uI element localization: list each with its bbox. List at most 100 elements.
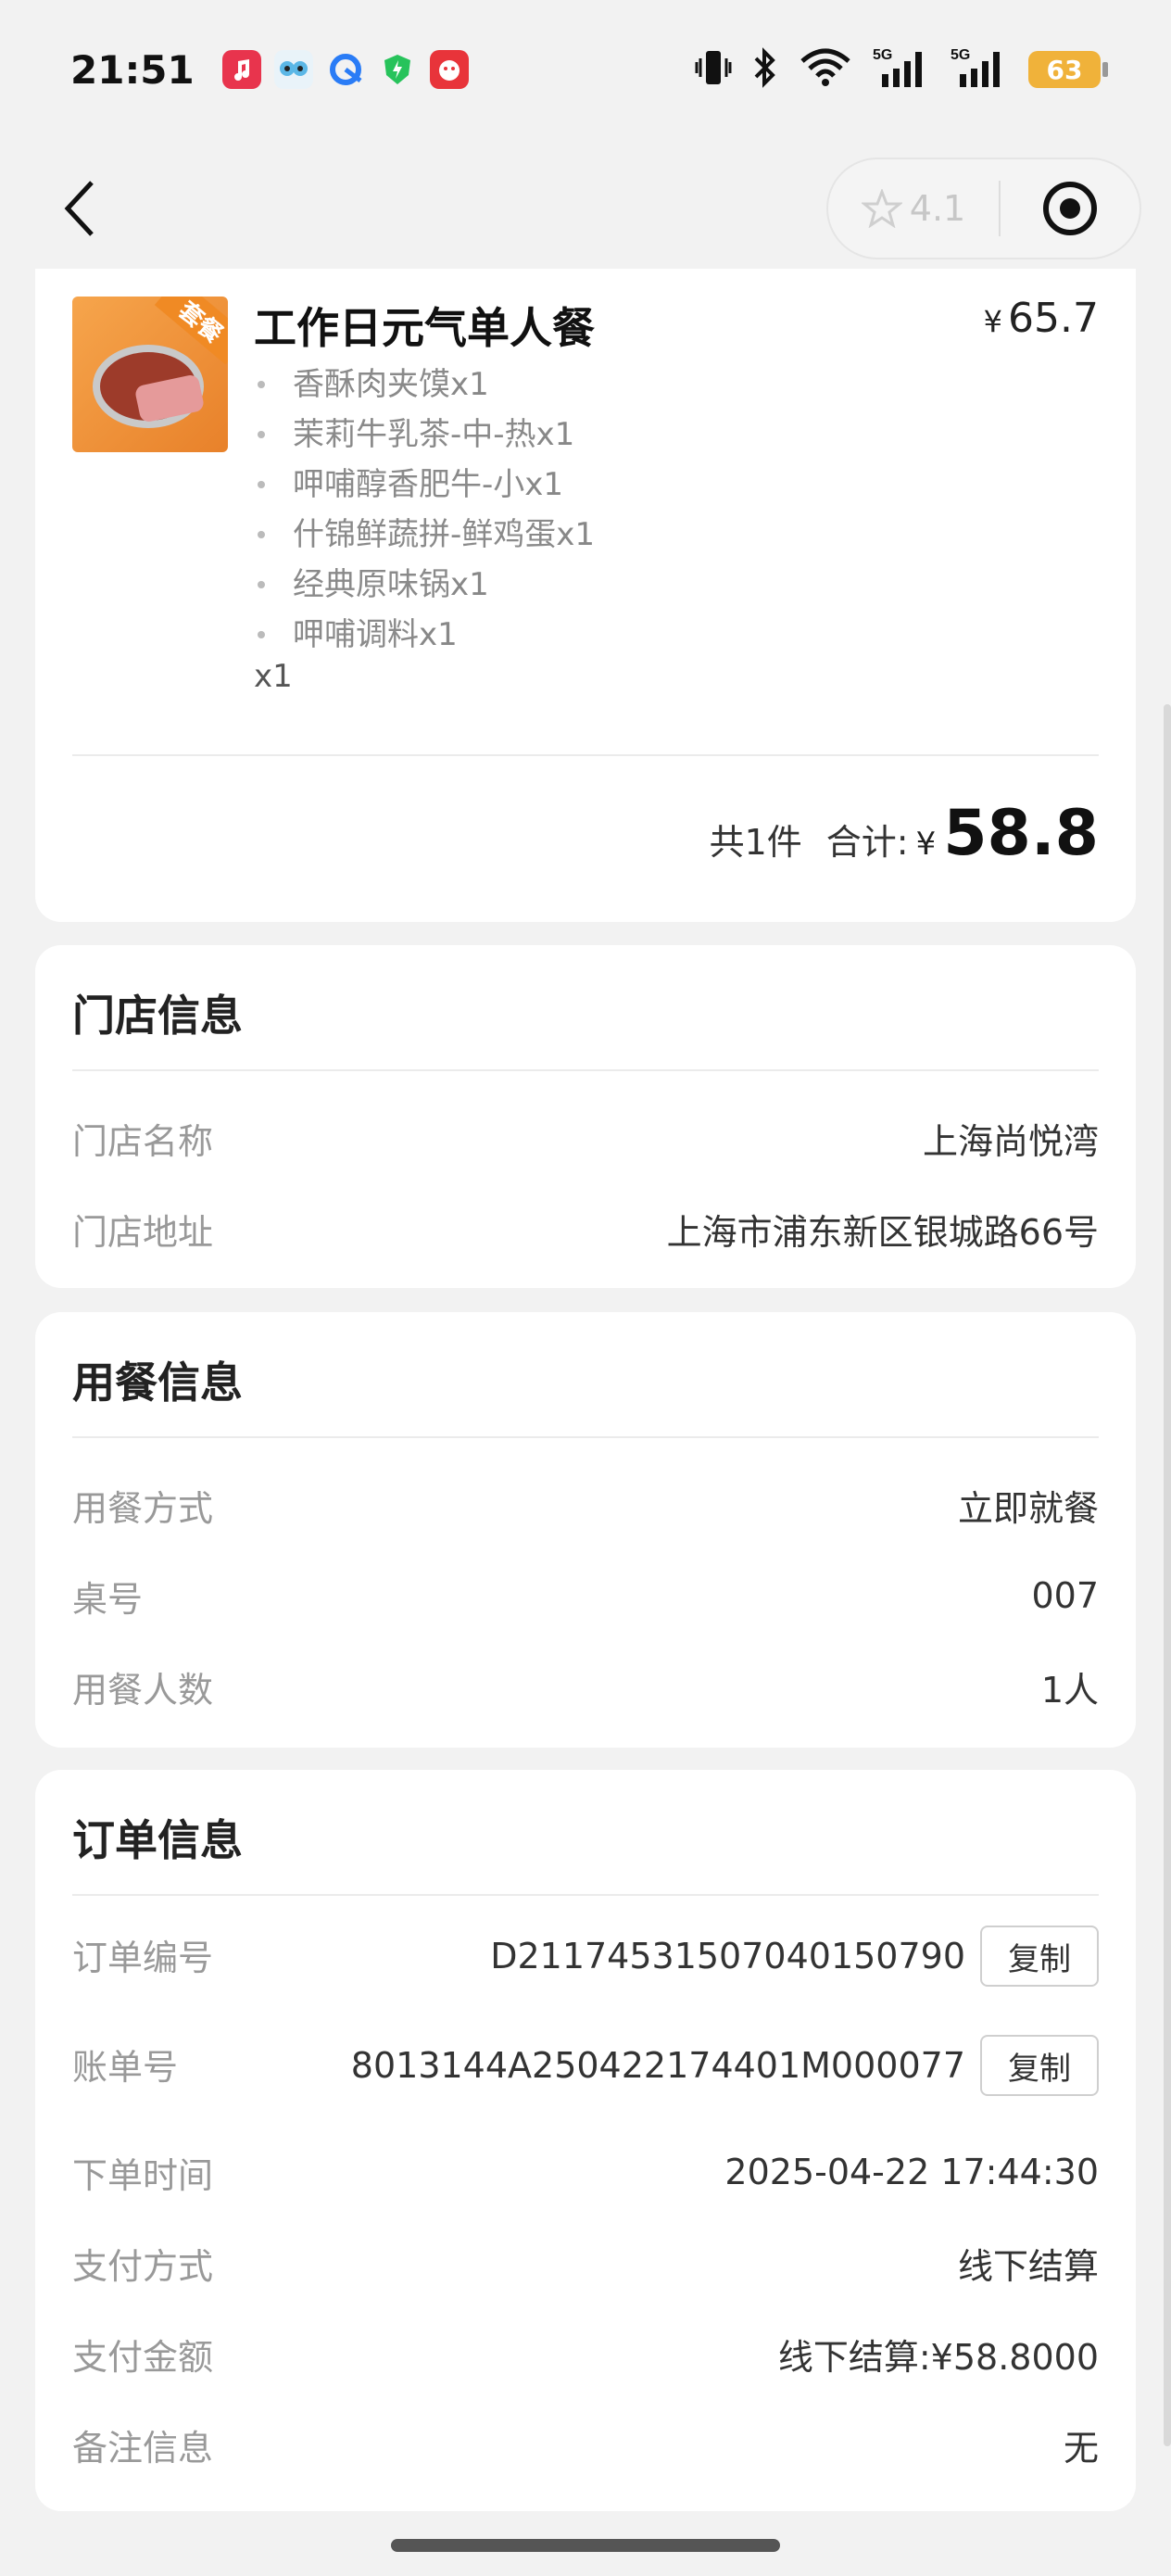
bullet-icon bbox=[258, 431, 265, 438]
bullet-icon bbox=[258, 481, 265, 488]
status-bar: 21:51 5G 5G 63 bbox=[0, 0, 1171, 139]
order-info-card: 订单信息 订单编号 D21174531507040150790 复制 账单号 8… bbox=[35, 1770, 1136, 2511]
item-name: 呷哺调料 bbox=[293, 616, 419, 653]
system-icons: 5G 5G 63 bbox=[695, 46, 1108, 93]
product-quantity: x1 bbox=[254, 658, 293, 695]
list-item: 茉莉牛乳茶-中-热 x1 bbox=[254, 410, 595, 460]
total-label: 合计: bbox=[825, 822, 909, 863]
item-name: 经典原味锅 bbox=[293, 566, 450, 603]
item-name: 呷哺醇香肥牛-小 bbox=[293, 466, 525, 503]
bullet-icon bbox=[258, 581, 265, 588]
notification-icons bbox=[221, 50, 469, 89]
item-qty: x1 bbox=[450, 566, 489, 603]
payment-method-row: 支付方式 线下结算 bbox=[72, 2235, 1099, 2291]
store-info-title: 门店信息 bbox=[72, 991, 243, 1041]
list-item: 经典原味锅 x1 bbox=[254, 560, 595, 610]
dining-mode-row: 用餐方式 立即就餐 bbox=[72, 1477, 1099, 1533]
home-indicator[interactable] bbox=[391, 2539, 780, 2552]
product-title: 工作日元气单人餐 bbox=[254, 303, 595, 353]
bullet-icon bbox=[258, 631, 265, 638]
list-item: 呷哺醇香肥牛-小 x1 bbox=[254, 460, 595, 510]
row-label: 支付金额 bbox=[72, 2336, 214, 2378]
nav-bar: 4.1 bbox=[0, 148, 1171, 269]
copy-bill-number-button[interactable]: 复制 bbox=[980, 2035, 1099, 2096]
table-number-row: 桌号 007 bbox=[72, 1568, 1099, 1623]
mini-program-capsule: 4.1 bbox=[826, 158, 1141, 259]
total-currency: ¥ bbox=[915, 826, 937, 863]
item-qty: x1 bbox=[535, 416, 575, 453]
row-label: 支付方式 bbox=[72, 2245, 214, 2287]
row-label: 下单时间 bbox=[72, 2154, 214, 2196]
item-qty: x1 bbox=[450, 366, 489, 403]
divider bbox=[72, 1069, 1099, 1071]
price-value: 65.7 bbox=[1008, 295, 1099, 342]
row-value: 线下结算:¥58.8000 bbox=[777, 2336, 1099, 2378]
row-value: 8013144A250422174401M000077 复制 bbox=[351, 2035, 1099, 2096]
divider bbox=[72, 1894, 1099, 1896]
list-item: 什锦鲜蔬拼-鲜鸡蛋 x1 bbox=[254, 510, 595, 560]
bullet-icon bbox=[258, 381, 265, 388]
dining-info-card: 用餐信息 用餐方式 立即就餐 桌号 007 用餐人数 1人 bbox=[35, 1312, 1136, 1748]
bill-number: 8013144A250422174401M000077 bbox=[350, 2045, 965, 2086]
row-value: 1人 bbox=[1040, 1669, 1099, 1711]
item-name: 香酥肉夹馍 bbox=[293, 366, 450, 403]
item-qty: x1 bbox=[556, 516, 596, 553]
order-total: 共1件 合计: ¥ 58.8 bbox=[710, 797, 1099, 870]
order-time-row: 下单时间 2025-04-22 17:44:30 bbox=[72, 2144, 1099, 2200]
svg-text:5G: 5G bbox=[951, 47, 970, 63]
item-qty: x1 bbox=[419, 616, 458, 653]
row-label: 门店地址 bbox=[72, 1211, 214, 1253]
row-label: 用餐人数 bbox=[72, 1669, 214, 1711]
browser-icon bbox=[325, 50, 365, 89]
order-number-row: 订单编号 D21174531507040150790 复制 bbox=[72, 1926, 1099, 2000]
price-symbol: ¥ bbox=[983, 304, 1003, 339]
row-label: 门店名称 bbox=[72, 1120, 214, 1162]
red-app-icon bbox=[429, 50, 469, 89]
dining-info-title: 用餐信息 bbox=[72, 1357, 243, 1408]
total-amount: 58.8 bbox=[943, 797, 1099, 870]
svg-text:5G: 5G bbox=[873, 47, 892, 63]
divider bbox=[72, 754, 1099, 756]
rating-button[interactable]: 4.1 bbox=[828, 188, 999, 229]
scrollbar[interactable] bbox=[1164, 704, 1171, 2446]
store-info-card: 门店信息 门店名称 上海尚悦湾 门店地址 上海市浦东新区银城路66号 bbox=[35, 945, 1136, 1288]
divider bbox=[72, 1436, 1099, 1438]
row-value: 线下结算 bbox=[957, 2245, 1099, 2287]
5g-signal-icon: 5G bbox=[951, 46, 1008, 93]
wifi-icon bbox=[799, 48, 852, 91]
order-items-card: 套餐 工作日元气单人餐 ¥65.7 香酥肉夹馍 x1 茉莉牛乳茶-中-热 x1 呷哺… bbox=[35, 269, 1136, 922]
row-value: 无 bbox=[1063, 2427, 1099, 2469]
product-thumbnail[interactable]: 套餐 bbox=[72, 297, 228, 452]
bullet-icon bbox=[258, 531, 265, 538]
row-value: D21174531507040150790 复制 bbox=[490, 1926, 1099, 1987]
item-name: 茉莉牛乳茶-中-热 bbox=[293, 416, 536, 453]
shield-icon bbox=[377, 50, 417, 89]
bluetooth-icon bbox=[752, 47, 778, 92]
star-icon bbox=[861, 189, 902, 228]
row-value: 007 bbox=[1031, 1575, 1099, 1616]
owl-app-icon bbox=[273, 50, 313, 89]
diner-count-row: 用餐人数 1人 bbox=[72, 1659, 1099, 1714]
row-label: 备注信息 bbox=[72, 2427, 214, 2469]
target-icon bbox=[1043, 182, 1097, 235]
5g-signal-icon: 5G bbox=[873, 46, 930, 93]
row-value: 上海市浦东新区银城路66号 bbox=[666, 1211, 1099, 1253]
copy-order-number-button[interactable]: 复制 bbox=[980, 1926, 1099, 1987]
vibrate-icon bbox=[695, 47, 732, 92]
back-button[interactable] bbox=[48, 176, 113, 241]
row-value: 立即就餐 bbox=[957, 1487, 1099, 1529]
product-price: ¥65.7 bbox=[984, 295, 1099, 342]
store-address-row: 门店地址 上海市浦东新区银城路66号 bbox=[72, 1201, 1099, 1256]
combo-items-list: 香酥肉夹馍 x1 茉莉牛乳茶-中-热 x1 呷哺醇香肥牛-小 x1 什锦鲜蔬拼-鲜鸡蛋… bbox=[254, 360, 595, 660]
item-qty: x1 bbox=[524, 466, 564, 503]
row-label: 用餐方式 bbox=[72, 1487, 214, 1529]
list-item: 香酥肉夹馍 x1 bbox=[254, 360, 595, 410]
row-label: 桌号 bbox=[72, 1578, 144, 1620]
chevron-left-icon bbox=[64, 181, 94, 236]
bill-number-row: 账单号 8013144A250422174401M000077 复制 bbox=[72, 2035, 1099, 2109]
row-label: 订单编号 bbox=[72, 1938, 214, 1978]
remarks-row: 备注信息 无 bbox=[72, 2417, 1099, 2472]
order-number: D21174531507040150790 bbox=[490, 1936, 965, 1976]
close-target-button[interactable] bbox=[1001, 179, 1140, 238]
rating-value: 4.1 bbox=[909, 188, 966, 229]
